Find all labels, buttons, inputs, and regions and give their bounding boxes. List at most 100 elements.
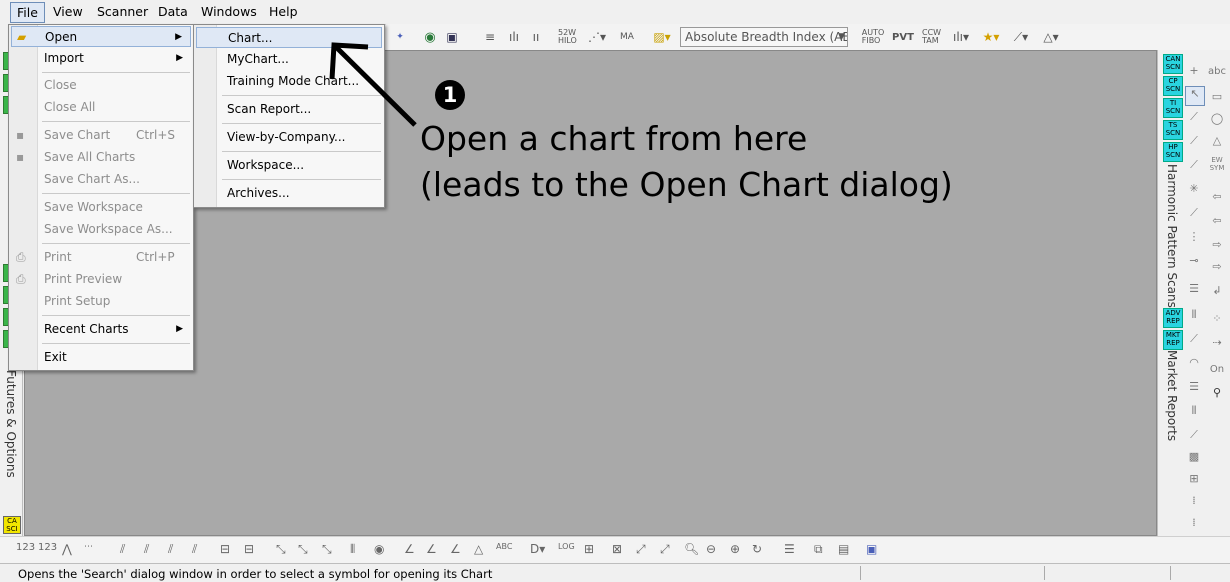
- settings-icon[interactable]: ▣: [866, 542, 877, 556]
- triangle-icon[interactable]: △: [1208, 134, 1226, 152]
- dots-icon[interactable]: ⁞: [1185, 516, 1203, 534]
- angle-icon[interactable]: ∠: [450, 542, 461, 556]
- grid-icon[interactable]: ⦀: [1185, 308, 1203, 326]
- label-tool-icon[interactable]: 123: [16, 542, 35, 553]
- indicator-icon[interactable]: ≡: [482, 28, 498, 46]
- ti-scan-button[interactable]: TI SCN: [1163, 98, 1183, 118]
- ca-sci-button[interactable]: CA SCI: [3, 516, 21, 534]
- chart-color-icon[interactable]: ▨▾: [648, 28, 676, 46]
- table-icon[interactable]: ⊞: [1185, 472, 1203, 490]
- menu-help[interactable]: Help: [269, 4, 298, 19]
- menu-item-close-all[interactable]: Close All: [11, 97, 191, 118]
- lines-icon[interactable]: ☰: [1185, 282, 1203, 300]
- menu-scanner[interactable]: Scanner: [97, 4, 148, 19]
- auto-fibo-button[interactable]: AUTO FIBO: [862, 28, 885, 46]
- triangle-icon[interactable]: △▾: [1038, 28, 1064, 46]
- harmonic-pattern-scans-label[interactable]: Harmonic Pattern Scans: [1165, 164, 1179, 308]
- refresh-icon[interactable]: ↻: [752, 542, 762, 556]
- ellipse-icon[interactable]: ◯: [1208, 112, 1226, 130]
- market-reports-label[interactable]: Market Reports: [1165, 350, 1179, 441]
- ruler-icon[interactable]: ⊟: [220, 542, 230, 556]
- pitchfork-icon[interactable]: ⫽: [192, 542, 197, 557]
- arrow-right-icon[interactable]: ⇨: [1208, 260, 1226, 278]
- wave-label-icon[interactable]: ⋀: [62, 542, 72, 556]
- projection-icon[interactable]: ⤡: [322, 542, 332, 557]
- lines-icon[interactable]: ☰: [1185, 380, 1203, 398]
- menu-item-exit[interactable]: Exit: [11, 347, 191, 368]
- menu-view[interactable]: View: [53, 4, 83, 19]
- dots-icon[interactable]: ⁘: [1208, 312, 1226, 330]
- projection-icon[interactable]: ⤡: [298, 542, 308, 557]
- line-tool-icon[interactable]: ⟋: [1185, 206, 1203, 224]
- expand-icon[interactable]: ⤢: [636, 542, 646, 557]
- bars-icon[interactable]: ⦀: [350, 542, 355, 557]
- can-scan-button[interactable]: CAN SCN: [1163, 54, 1183, 74]
- wave-icon[interactable]: ⋰▾: [586, 28, 608, 46]
- tas-star-icon[interactable]: ★▾: [980, 28, 1002, 46]
- fan-icon[interactable]: ⟋: [1185, 428, 1203, 446]
- rectangle-icon[interactable]: ▭: [1208, 90, 1226, 108]
- submenu-item-archives[interactable]: Archives...: [196, 183, 382, 204]
- arrow-right-icon[interactable]: ⇨: [1208, 238, 1226, 256]
- menu-item-print[interactable]: ⎙ Print Ctrl+P: [11, 247, 191, 268]
- hp-scan-button[interactable]: HP SCN: [1163, 142, 1183, 162]
- label-tool-icon[interactable]: 123: [38, 542, 57, 553]
- arrow-tool-icon[interactable]: ⇢: [1208, 336, 1226, 354]
- menu-item-save-workspace-as[interactable]: Save Workspace As...: [11, 219, 191, 240]
- arrow-turn-icon[interactable]: ↲: [1208, 284, 1226, 302]
- pitchfork-icon[interactable]: ⫽: [168, 542, 173, 557]
- bars-icon[interactable]: ılı: [506, 28, 522, 46]
- angle-icon[interactable]: ∠: [404, 542, 415, 556]
- log-scale-button[interactable]: LOG: [558, 542, 575, 551]
- menu-item-open[interactable]: ▰ Open ▶: [11, 26, 191, 47]
- menu-item-save-chart[interactable]: ▪ Save Chart Ctrl+S: [11, 125, 191, 146]
- menu-item-import[interactable]: Import ▶: [11, 48, 191, 69]
- crosshair-icon[interactable]: +: [1185, 64, 1203, 82]
- line-tool-icon[interactable]: ⟋: [1185, 158, 1203, 176]
- line-tool-icon[interactable]: ⟋: [1185, 134, 1203, 152]
- wave-count-icon[interactable]: ⋯: [84, 542, 93, 552]
- mkt-report-button[interactable]: MKT REP: [1163, 330, 1183, 350]
- ruler-icon[interactable]: ⊟: [244, 542, 254, 556]
- menu-item-recent-charts[interactable]: Recent Charts ▶: [11, 319, 191, 340]
- mp-icon[interactable]: ◉: [374, 542, 384, 556]
- line-icon[interactable]: ⟋: [1185, 110, 1203, 128]
- ccw-tam-button[interactable]: CCW TAM: [922, 28, 944, 46]
- fan-icon[interactable]: ⟋▾: [1010, 28, 1032, 46]
- grid-icon[interactable]: ⦀: [1185, 404, 1203, 422]
- arrow-left-icon[interactable]: ⇦: [1208, 190, 1226, 208]
- indicator-select[interactable]: Absolute Breadth Index (ABI) ▼: [680, 27, 848, 47]
- menu-file[interactable]: File: [10, 2, 45, 23]
- ma-button[interactable]: MA: [618, 28, 636, 46]
- ew-sym-tool[interactable]: EW SYM: [1208, 156, 1226, 174]
- adv-report-button[interactable]: ADV REP: [1163, 308, 1183, 328]
- pitchfork-icon[interactable]: ⫽: [144, 542, 149, 557]
- triangle-icon[interactable]: △: [474, 542, 483, 556]
- 52w-hilo-button[interactable]: 52W HILO: [558, 28, 578, 46]
- volume-icon[interactable]: ıı: [528, 28, 544, 46]
- horizontal-line-icon[interactable]: ⊸: [1185, 254, 1203, 272]
- zoom-icon[interactable]: 🔍︎: [684, 542, 699, 556]
- menu-item-print-preview[interactable]: ⎙ Print Preview: [11, 269, 191, 290]
- menu-item-save-chart-as[interactable]: Save Chart As...: [11, 169, 191, 190]
- menu-item-close[interactable]: Close: [11, 75, 191, 96]
- zoom-in-icon[interactable]: ⊕: [730, 542, 740, 556]
- candles-icon[interactable]: ılı▾: [950, 28, 972, 46]
- pitchfork-icon[interactable]: ⫽: [120, 542, 125, 557]
- submenu-item-workspace[interactable]: Workspace...: [196, 155, 382, 176]
- copy-icon[interactable]: ⧉: [814, 542, 823, 557]
- arc-icon[interactable]: ◠: [1185, 356, 1203, 374]
- window-icon[interactable]: ▣: [444, 28, 460, 46]
- notes-icon[interactable]: ☰: [784, 542, 795, 556]
- angle-icon[interactable]: ∠: [426, 542, 437, 556]
- projection-icon[interactable]: ⤡: [276, 542, 286, 557]
- grid-icon[interactable]: ⊞: [584, 542, 594, 556]
- arrow-left-icon[interactable]: ⇦: [1208, 214, 1226, 232]
- menu-item-save-workspace[interactable]: Save Workspace: [11, 197, 191, 218]
- pointer-icon[interactable]: ↖: [1185, 86, 1205, 106]
- expand-icon[interactable]: ⤢: [660, 542, 670, 557]
- vertical-line-icon[interactable]: ⋮: [1185, 230, 1203, 248]
- menu-item-save-all-charts[interactable]: ▪ Save All Charts: [11, 147, 191, 168]
- pattern-icon[interactable]: ✳: [1185, 182, 1203, 200]
- document-icon[interactable]: ▤: [838, 542, 849, 556]
